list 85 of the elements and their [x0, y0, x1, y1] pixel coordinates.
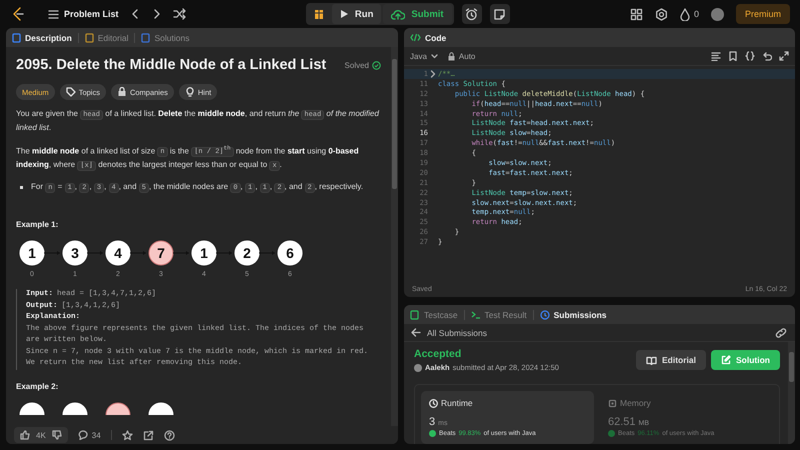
star-icon[interactable] — [122, 430, 133, 440]
arrow — [172, 251, 190, 256]
user-avatar — [414, 364, 422, 372]
panel-tab[interactable]: Solutions — [141, 32, 190, 42]
note-button[interactable] — [490, 4, 510, 24]
node-value: 1 — [28, 245, 36, 262]
panel-tab[interactable]: Submissions — [540, 310, 606, 320]
bookmark-icon[interactable] — [728, 51, 738, 61]
shuffle-icon[interactable] — [172, 8, 186, 20]
history-icon — [540, 310, 550, 320]
chip-icon — [608, 398, 617, 408]
like-dislike-control[interactable]: 4K — [14, 427, 68, 443]
clock-icon — [429, 398, 438, 408]
format-icon[interactable] — [711, 51, 721, 61]
arrow — [44, 251, 60, 256]
comments-button[interactable]: 34 — [78, 430, 101, 440]
auto-mode-button[interactable]: Auto — [448, 52, 476, 60]
play-icon — [340, 9, 349, 19]
back-arrow-icon — [411, 328, 421, 337]
solved-status: Solved — [344, 60, 381, 70]
cloud-upload-icon — [391, 8, 406, 20]
tag-icon — [66, 87, 76, 97]
settings-icon[interactable] — [654, 8, 668, 20]
beats-badge-icon — [429, 430, 436, 437]
arrow — [216, 251, 232, 256]
lightbulb-icon — [184, 87, 195, 97]
chevron-right-icon[interactable] — [430, 70, 436, 78]
note-icon — [493, 8, 506, 20]
thumbs-up-icon — [20, 430, 30, 440]
node-value: 3 — [71, 245, 79, 262]
alarm-clock-button[interactable] — [462, 4, 482, 24]
drop-icon — [680, 8, 690, 20]
node-value: 2 — [243, 245, 251, 262]
grid-icon[interactable] — [630, 8, 643, 20]
metric-value: 3 — [429, 416, 436, 428]
problem-title: 2095. Delete the Middle Node of a Linked List — [16, 57, 326, 73]
share-icon[interactable] — [142, 430, 154, 440]
all-submissions-link[interactable]: All Submissions — [411, 328, 487, 338]
editorial-button[interactable]: Editorial — [636, 350, 706, 370]
panel-tab[interactable]: Editorial — [84, 32, 128, 42]
node-value: 1 — [200, 245, 208, 262]
node-value: 7 — [157, 245, 165, 262]
node-value: 4 — [114, 245, 122, 262]
arrow — [258, 251, 276, 256]
example-heading: Example 1: — [16, 220, 60, 230]
thumbs-down-icon — [52, 430, 62, 440]
panel-tab[interactable]: Description — [12, 32, 72, 42]
code-tab[interactable]: Code — [410, 32, 446, 42]
undo-icon[interactable] — [762, 51, 772, 61]
scrollbar[interactable] — [788, 342, 795, 444]
lock-icon — [448, 52, 455, 60]
submit-button[interactable]: Submit — [383, 4, 452, 24]
scrollbar[interactable] — [391, 47, 398, 426]
code-icon — [410, 33, 421, 42]
node-value: 6 — [286, 245, 294, 262]
caret-icon — [430, 54, 438, 58]
beats-badge-icon — [608, 430, 615, 437]
expand-icon[interactable] — [779, 51, 789, 61]
avatar[interactable] — [710, 8, 724, 20]
verdict: Accepted — [414, 348, 462, 360]
metric-label: Runtime — [441, 398, 473, 408]
help-icon[interactable] — [164, 430, 175, 440]
arrow — [130, 251, 146, 256]
panel-tab[interactable]: Testcase — [410, 310, 458, 320]
premium-button[interactable]: Premium — [736, 4, 790, 24]
braces-icon[interactable] — [745, 51, 755, 61]
check-circle-icon — [372, 60, 381, 70]
arrow — [86, 251, 104, 256]
lock-icon — [116, 87, 127, 97]
document-icon — [410, 310, 420, 320]
metric-value: 62.51 — [608, 416, 636, 428]
run-button[interactable]: Run — [332, 4, 382, 24]
panel-tab[interactable]: Test Result — [470, 310, 527, 320]
example-heading: Example 2: — [16, 382, 60, 391]
link-icon[interactable] — [775, 328, 787, 338]
metric-label: Memory — [620, 398, 651, 408]
terminal-icon — [470, 310, 481, 320]
list-icon — [48, 8, 59, 20]
speech-bubble-icon — [78, 430, 88, 440]
problem-list-button[interactable]: Problem List — [48, 8, 119, 20]
document-icon — [12, 32, 21, 42]
alarm-clock-icon — [465, 8, 478, 20]
streak-counter[interactable]: 0 — [680, 8, 699, 20]
edit-icon — [721, 355, 731, 365]
language-dropdown[interactable]: Java — [410, 52, 438, 60]
